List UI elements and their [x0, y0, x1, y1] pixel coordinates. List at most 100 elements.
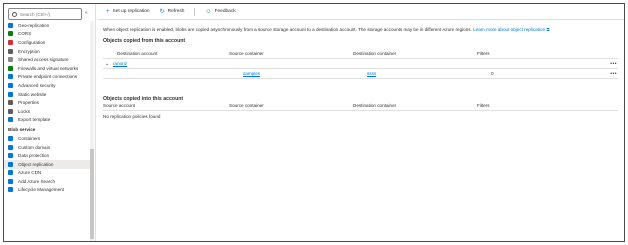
sidebar-item-firewalls-and-virtual-networks[interactable]: Firewalls and virtual networks	[4, 64, 90, 73]
chevron-down-icon[interactable]: ⌄	[103, 61, 113, 67]
sidebar-scrollbar[interactable]	[90, 21, 94, 241]
sidebar-item-add-azure-search[interactable]: Add Azure Search	[4, 177, 90, 186]
lock-icon	[8, 48, 13, 54]
filters-count: 0	[491, 71, 494, 76]
search-box[interactable]	[8, 8, 82, 20]
learn-more-link[interactable]: Learn more about object replication ⧉	[473, 27, 550, 32]
destination-account-link[interactable]: ranoriz	[113, 61, 127, 66]
sidebar-item-label: Private endpoint connections	[18, 74, 77, 80]
sidebar-item-label: Properties	[18, 100, 39, 106]
sidebar-item-advanced-security[interactable]: Advanced security	[4, 81, 90, 90]
sidebar: « Geo-replication CORS Configuration Encryp…	[4, 4, 96, 241]
endpoint-icon	[8, 74, 13, 80]
lifecycle-icon	[8, 187, 13, 193]
header-filters: Filters	[477, 51, 490, 56]
toolbar: + Set up replication ↻ Refresh ☺ Feedbac…	[98, 4, 624, 20]
main-content: + Set up replication ↻ Refresh ☺ Feedbac…	[98, 4, 624, 241]
sidebar-item-object-replication[interactable]: Object replication	[4, 159, 90, 169]
sidebar-item-custom-domain[interactable]: Custom domain	[4, 143, 90, 152]
sidebar-item-azure-cdn[interactable]: Azure CDN	[4, 169, 90, 178]
globe-icon	[8, 22, 13, 28]
external-link-icon: ⧉	[546, 27, 550, 32]
info-description: When object replication is enabled, blob…	[103, 27, 472, 32]
cloud-search-icon	[8, 178, 13, 184]
policy-group-row[interactable]: ⌄ ranoriz •••	[103, 59, 618, 69]
sidebar-item-private-endpoint-connections[interactable]: Private endpoint connections	[4, 73, 90, 82]
feedback-button[interactable]: ☺ Feedback	[205, 9, 235, 15]
smiley-icon: ☺	[205, 8, 212, 15]
header-source-container: Source container	[229, 103, 264, 108]
configuration-icon	[8, 39, 13, 45]
sidebar-item-label: Configuration	[18, 39, 46, 45]
scrollbar-thumb[interactable]	[90, 149, 94, 239]
cors-icon	[8, 31, 13, 37]
replication-icon	[8, 161, 13, 167]
export-icon	[8, 117, 13, 123]
shield-icon	[8, 82, 13, 88]
header-source-account: Source account	[103, 103, 135, 108]
sidebar-item-label: Firewalls and virtual networks	[18, 65, 79, 71]
sidebar-item-data-protection[interactable]: Data protection	[4, 151, 90, 160]
incoming-table-header: Source account Source container Destinat…	[103, 101, 618, 111]
header-destination-container: Destination container	[353, 51, 397, 56]
sidebar-item-label: Add Azure Search	[18, 178, 56, 184]
collapse-sidebar-icon[interactable]: «	[85, 10, 88, 16]
setup-replication-button[interactable]: + Set up replication	[106, 9, 150, 15]
outgoing-table: Destination account Source container Des…	[103, 49, 618, 79]
sidebar-item-properties[interactable]: Properties	[4, 98, 90, 107]
sidebar-item-label: Advanced security	[18, 82, 56, 88]
search-icon	[12, 11, 17, 17]
sidebar-nav: Geo-replication CORS Configuration Encrypti…	[4, 21, 90, 194]
sidebar-item-configuration[interactable]: Configuration	[4, 38, 90, 47]
plus-icon: +	[106, 8, 110, 15]
toolbar-divider	[194, 7, 196, 16]
sidebar-item-label: Static website	[18, 91, 47, 97]
containers-icon	[8, 135, 13, 141]
header-source-container: Source container	[229, 51, 264, 56]
header-destination-account: Destination account	[117, 51, 158, 56]
sidebar-item-label: Lifecycle Management	[18, 187, 64, 193]
sidebar-item-locks[interactable]: Locks	[4, 107, 90, 116]
sidebar-item-geo-replication[interactable]: Geo-replication	[4, 21, 90, 30]
search-input[interactable]	[20, 11, 76, 17]
shield-icon	[8, 153, 13, 159]
more-options-icon[interactable]: •••	[610, 71, 617, 77]
sidebar-item-label: Export template	[18, 117, 51, 123]
refresh-button[interactable]: ↻ Refresh	[160, 8, 185, 15]
properties-icon	[8, 100, 13, 106]
sidebar-item-label: Geo-replication	[18, 22, 50, 28]
incoming-table: Source account Source container Destinat…	[103, 101, 618, 119]
firewall-icon	[8, 65, 13, 71]
sidebar-item-export-template[interactable]: Export template	[4, 116, 90, 125]
cdn-icon	[8, 170, 13, 176]
sidebar-item-encryption[interactable]: Encryption	[4, 47, 90, 56]
sidebar-item-lifecycle-management[interactable]: Lifecycle Management	[4, 186, 90, 195]
info-text: When object replication is enabled, blob…	[103, 27, 624, 32]
website-icon	[8, 91, 13, 97]
table-row: samples ssss 0 •••	[103, 69, 618, 79]
sidebar-item-label: Encryption	[18, 48, 40, 54]
link-icon	[8, 57, 13, 63]
sidebar-section-blob-service: Blob service	[8, 126, 36, 132]
sidebar-item-shared-access-signature[interactable]: Shared access signature	[4, 55, 90, 64]
setup-replication-label: Set up replication	[112, 9, 150, 14]
refresh-icon: ↻	[159, 9, 165, 15]
sidebar-item-static-website[interactable]: Static website	[4, 90, 90, 99]
sidebar-item-containers[interactable]: Containers	[4, 134, 90, 143]
empty-state-text: No replication policies found	[103, 114, 161, 119]
outgoing-table-header: Destination account Source container Des…	[103, 49, 618, 59]
source-container-link[interactable]: samples	[243, 71, 367, 76]
more-options-icon[interactable]: •••	[610, 61, 617, 67]
sidebar-item-cors[interactable]: CORS	[4, 30, 90, 39]
refresh-label: Refresh	[167, 9, 185, 14]
sidebar-item-label: Object replication	[18, 161, 54, 167]
sidebar-item-label: Locks	[18, 108, 31, 114]
sidebar-item-label: Containers	[18, 135, 41, 141]
destination-container-link[interactable]: ssss	[367, 71, 491, 76]
sidebar-item-label: Custom domain	[18, 144, 51, 150]
sidebar-item-label: CORS	[18, 31, 32, 37]
outgoing-section-title: Objects copied from this account	[103, 38, 186, 44]
header-destination-container: Destination container	[353, 103, 397, 108]
app-window: « Geo-replication CORS Configuration Encryp…	[3, 3, 625, 242]
sidebar-item-label: Azure CDN	[18, 170, 42, 176]
